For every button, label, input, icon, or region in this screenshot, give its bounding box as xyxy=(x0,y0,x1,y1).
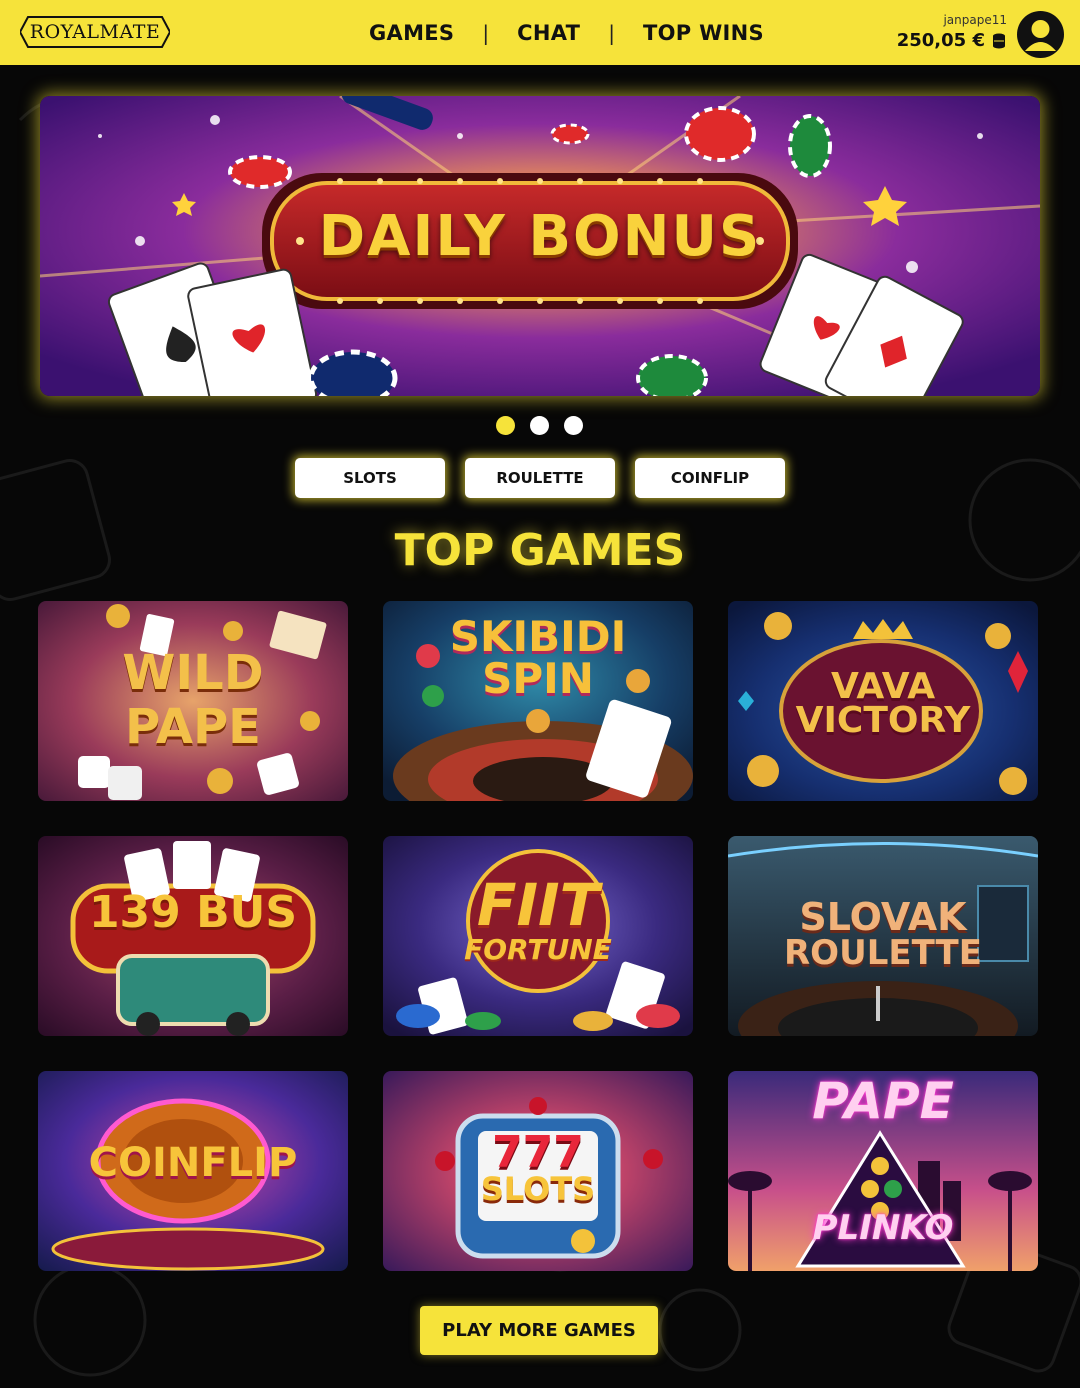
game-tile-vava-victory[interactable]: VAVA VICTORY xyxy=(728,601,1038,801)
tile-title-line1: 139 BUS xyxy=(88,887,298,938)
section-title-top-games: TOP GAMES xyxy=(394,525,686,576)
carousel-dot-2[interactable] xyxy=(530,416,549,435)
tile-title-line1: FIIT xyxy=(476,871,600,939)
nav-games[interactable]: GAMES xyxy=(369,21,454,45)
tile-title-line1: 777 xyxy=(492,1127,584,1178)
nav-separator: | xyxy=(482,21,490,45)
royalmate-logo[interactable]: ROYALMATE xyxy=(20,16,170,48)
user-avatar-icon[interactable] xyxy=(1017,11,1064,58)
tile-title-line2: ROULETTE xyxy=(784,933,982,973)
nav-chat[interactable]: CHAT xyxy=(517,21,580,45)
balance-amount: 250,05 € xyxy=(896,30,985,51)
tile-title-line1: PAPE xyxy=(812,1072,954,1130)
tile-title-line2: SLOTS xyxy=(480,1170,596,1208)
carousel-dot-3[interactable] xyxy=(564,416,583,435)
balance: 250,05 € xyxy=(897,30,1007,51)
banner-title: DAILY BONUS xyxy=(318,204,762,269)
game-tile-skibidi-spin[interactable]: SKIBIDI SPIN xyxy=(383,601,693,801)
game-tile-fiit-fortune[interactable]: FIIT FORTUNE xyxy=(383,836,693,1036)
tile-title-line1: SLOVAK xyxy=(799,895,967,939)
username: janpape11 xyxy=(943,13,1007,27)
carousel-dots xyxy=(496,416,598,435)
category-slots-button[interactable]: SLOTS xyxy=(295,458,445,498)
coin-stack-icon xyxy=(991,32,1007,50)
carousel-dot-1[interactable] xyxy=(496,416,515,435)
nav-separator: | xyxy=(608,21,615,45)
promo-banner[interactable]: DAILY BONUS xyxy=(40,96,1040,396)
tile-title-line2: PLINKO xyxy=(812,1208,954,1248)
game-tile-wild-pape[interactable]: WILD PAPE xyxy=(38,601,348,801)
game-tile-pape-plinko[interactable]: PAPE PLINKO xyxy=(728,1071,1038,1271)
tile-title-line2: PAPE xyxy=(125,699,261,755)
game-tile-coinflip[interactable]: COINFLIP xyxy=(38,1071,348,1271)
nav-top-wins[interactable]: TOP WINS xyxy=(643,21,764,45)
tile-title-line1: WILD xyxy=(122,645,264,701)
play-more-games-button[interactable]: PLAY MORE GAMES xyxy=(420,1306,658,1355)
main-nav: GAMES | CHAT | TOP WINS xyxy=(369,18,764,48)
tile-title-line1: SKIBIDI xyxy=(449,612,627,661)
game-tile-139-bus[interactable]: 139 BUS xyxy=(38,836,348,1036)
top-header: ROYALMATE GAMES | CHAT | TOP WINS janpap… xyxy=(0,0,1080,65)
category-roulette-button[interactable]: ROULETTE xyxy=(465,458,615,498)
game-tile-slovak-roulette[interactable]: SLOVAK ROULETTE xyxy=(728,836,1038,1036)
tile-title-line2: VICTORY xyxy=(795,700,971,741)
tile-title-line2: FORTUNE xyxy=(464,933,612,966)
tile-title-line1: COINFLIP xyxy=(88,1140,298,1186)
tile-title-line2: SPIN xyxy=(482,654,594,703)
category-coinflip-button[interactable]: COINFLIP xyxy=(635,458,785,498)
logo-text: ROYALMATE xyxy=(29,21,161,43)
game-tile-777-slots[interactable]: 777 SLOTS xyxy=(383,1071,693,1271)
